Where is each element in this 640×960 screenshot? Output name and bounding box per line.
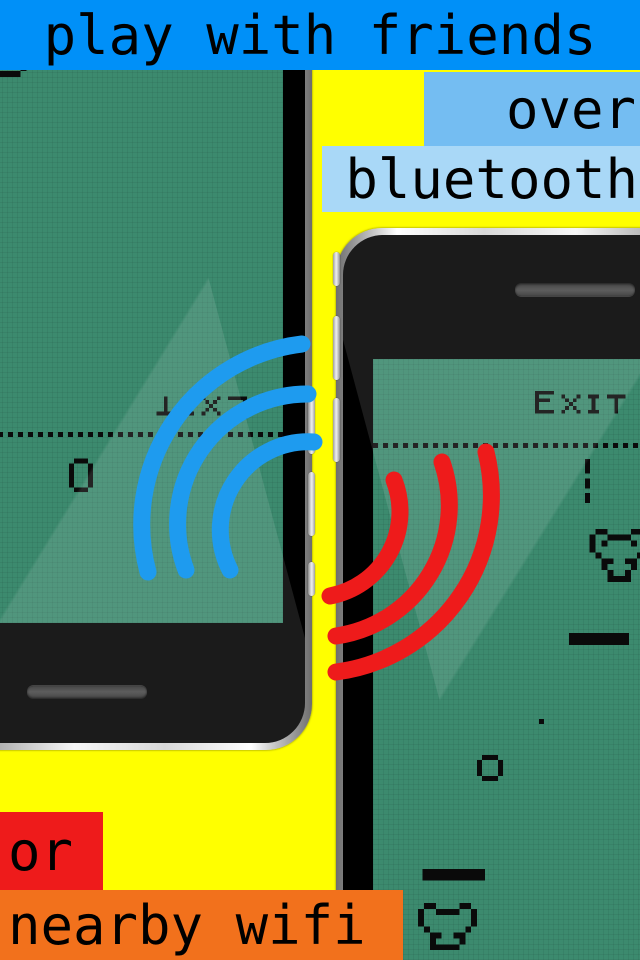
left-screen-exit-label[interactable] bbox=[111, 385, 247, 423]
promo-line-bluetooth-text: bluetooth bbox=[345, 147, 638, 211]
right-phone-silent-switch[interactable] bbox=[333, 252, 340, 286]
platform-sprite bbox=[569, 633, 629, 645]
right-phone-glass bbox=[343, 235, 640, 960]
promo-line-over: over bbox=[424, 72, 640, 146]
left-phone-screen[interactable] bbox=[0, 0, 283, 623]
left-phone-speaker-grille bbox=[27, 686, 147, 699]
right-phone-volume-down-button[interactable] bbox=[333, 398, 340, 462]
promo-line-or: or bbox=[0, 812, 103, 890]
promo-line-play: play with friends bbox=[0, 0, 640, 70]
right-phone[interactable] bbox=[333, 228, 640, 960]
promo-line-bluetooth: bluetooth bbox=[322, 146, 640, 212]
left-phone-glass bbox=[0, 0, 305, 743]
promo-line-or-text: or bbox=[8, 819, 74, 883]
left-phone-volume-up-button[interactable] bbox=[308, 472, 315, 536]
creature-sprite bbox=[589, 528, 640, 582]
creature-sprite bbox=[418, 903, 478, 951]
promo-screenshot: play with friends over bluetooth or near… bbox=[0, 0, 640, 960]
ball-sprite bbox=[477, 755, 503, 781]
right-phone-volume-up-button[interactable] bbox=[333, 316, 340, 380]
left-phone-volume-down-button[interactable] bbox=[308, 390, 315, 454]
platform-sprite bbox=[422, 869, 485, 881]
promo-line-play-text: play with friends bbox=[43, 3, 597, 67]
promo-line-over-text: over bbox=[505, 77, 636, 141]
right-screen-dot bbox=[539, 719, 544, 724]
right-screen-exit-label[interactable] bbox=[535, 387, 640, 425]
left-phone[interactable] bbox=[0, 0, 315, 750]
promo-line-wifi: nearby wifi bbox=[0, 890, 403, 960]
left-phone-silent-switch[interactable] bbox=[308, 562, 315, 596]
left-screen-score bbox=[69, 458, 93, 493]
left-screen-divider bbox=[0, 432, 283, 437]
right-phone-screen[interactable] bbox=[373, 359, 640, 960]
right-screen-hud-tick bbox=[585, 459, 590, 503]
right-screen-divider bbox=[373, 443, 640, 448]
promo-line-wifi-text: nearby wifi bbox=[8, 893, 366, 957]
right-phone-speaker-grille bbox=[515, 283, 635, 296]
